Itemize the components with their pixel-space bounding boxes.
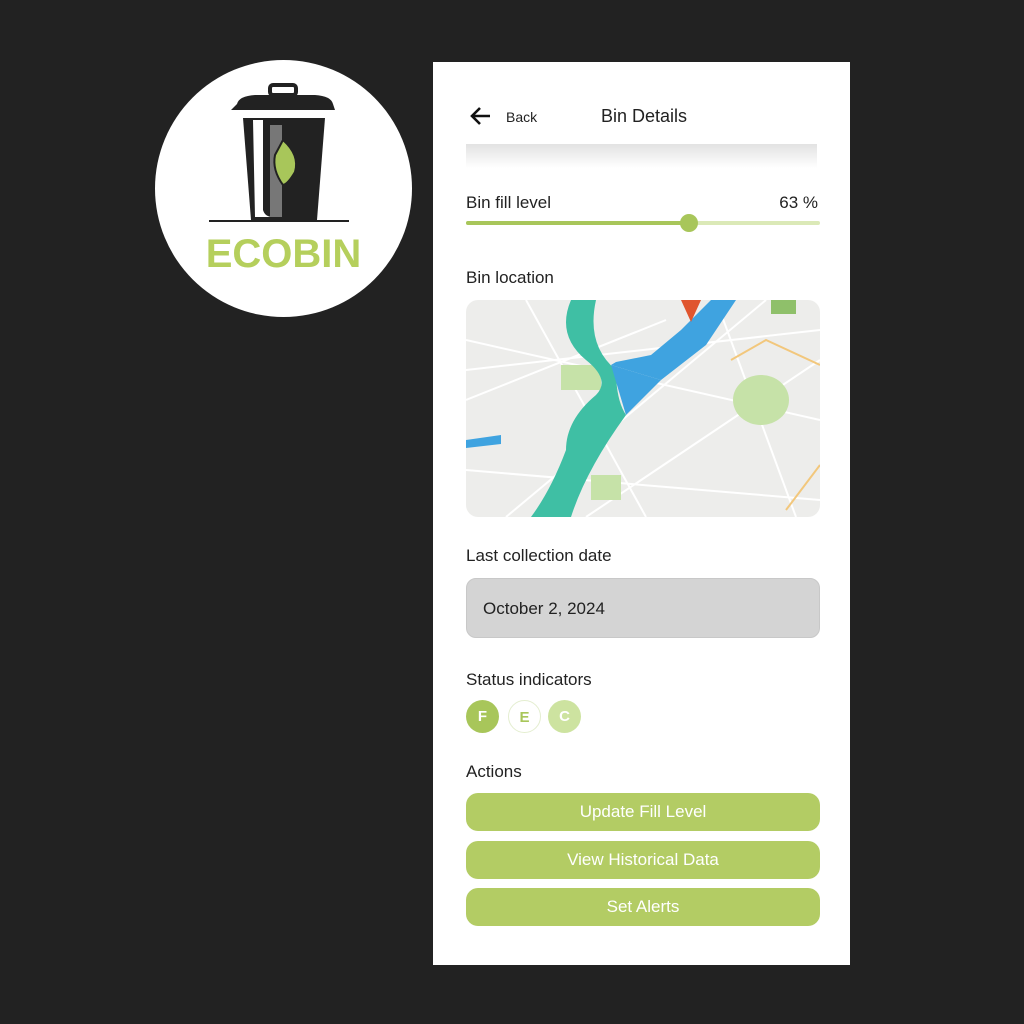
view-historical-data-button[interactable]: View Historical Data: [466, 841, 820, 879]
ecobin-logo: ECOBIN: [155, 60, 412, 317]
logo-text: ECOBIN: [205, 232, 362, 276]
status-indicator-e[interactable]: E: [508, 700, 541, 733]
bin-details-screen: Back Bin Details Bin fill level 63 % Bin…: [433, 62, 850, 965]
page-title: Bin Details: [601, 106, 688, 126]
fill-level-slider[interactable]: [466, 214, 820, 232]
back-arrow-icon[interactable]: [469, 104, 493, 128]
slider-fill: [466, 221, 690, 225]
trash-bin-icon: [209, 83, 349, 222]
divider: [466, 144, 817, 168]
back-button[interactable]: Back: [506, 109, 537, 125]
fill-level-value: 63 %: [779, 193, 818, 212]
status-label: Status indicators: [466, 670, 592, 689]
set-alerts-button[interactable]: Set Alerts: [466, 888, 820, 926]
update-fill-level-button[interactable]: Update Fill Level: [466, 793, 820, 831]
collection-date-field[interactable]: October 2, 2024: [466, 578, 820, 638]
location-label: Bin location: [466, 268, 554, 287]
actions-label: Actions: [466, 762, 522, 781]
fill-level-label: Bin fill level: [466, 193, 552, 212]
header: Back Bin Details: [433, 102, 850, 130]
bin-location-map[interactable]: [466, 300, 820, 517]
status-indicator-c[interactable]: C: [548, 700, 581, 733]
collection-date-label: Last collection date: [466, 546, 612, 565]
status-indicator-f[interactable]: F: [466, 700, 499, 733]
slider-thumb[interactable]: [680, 214, 699, 232]
